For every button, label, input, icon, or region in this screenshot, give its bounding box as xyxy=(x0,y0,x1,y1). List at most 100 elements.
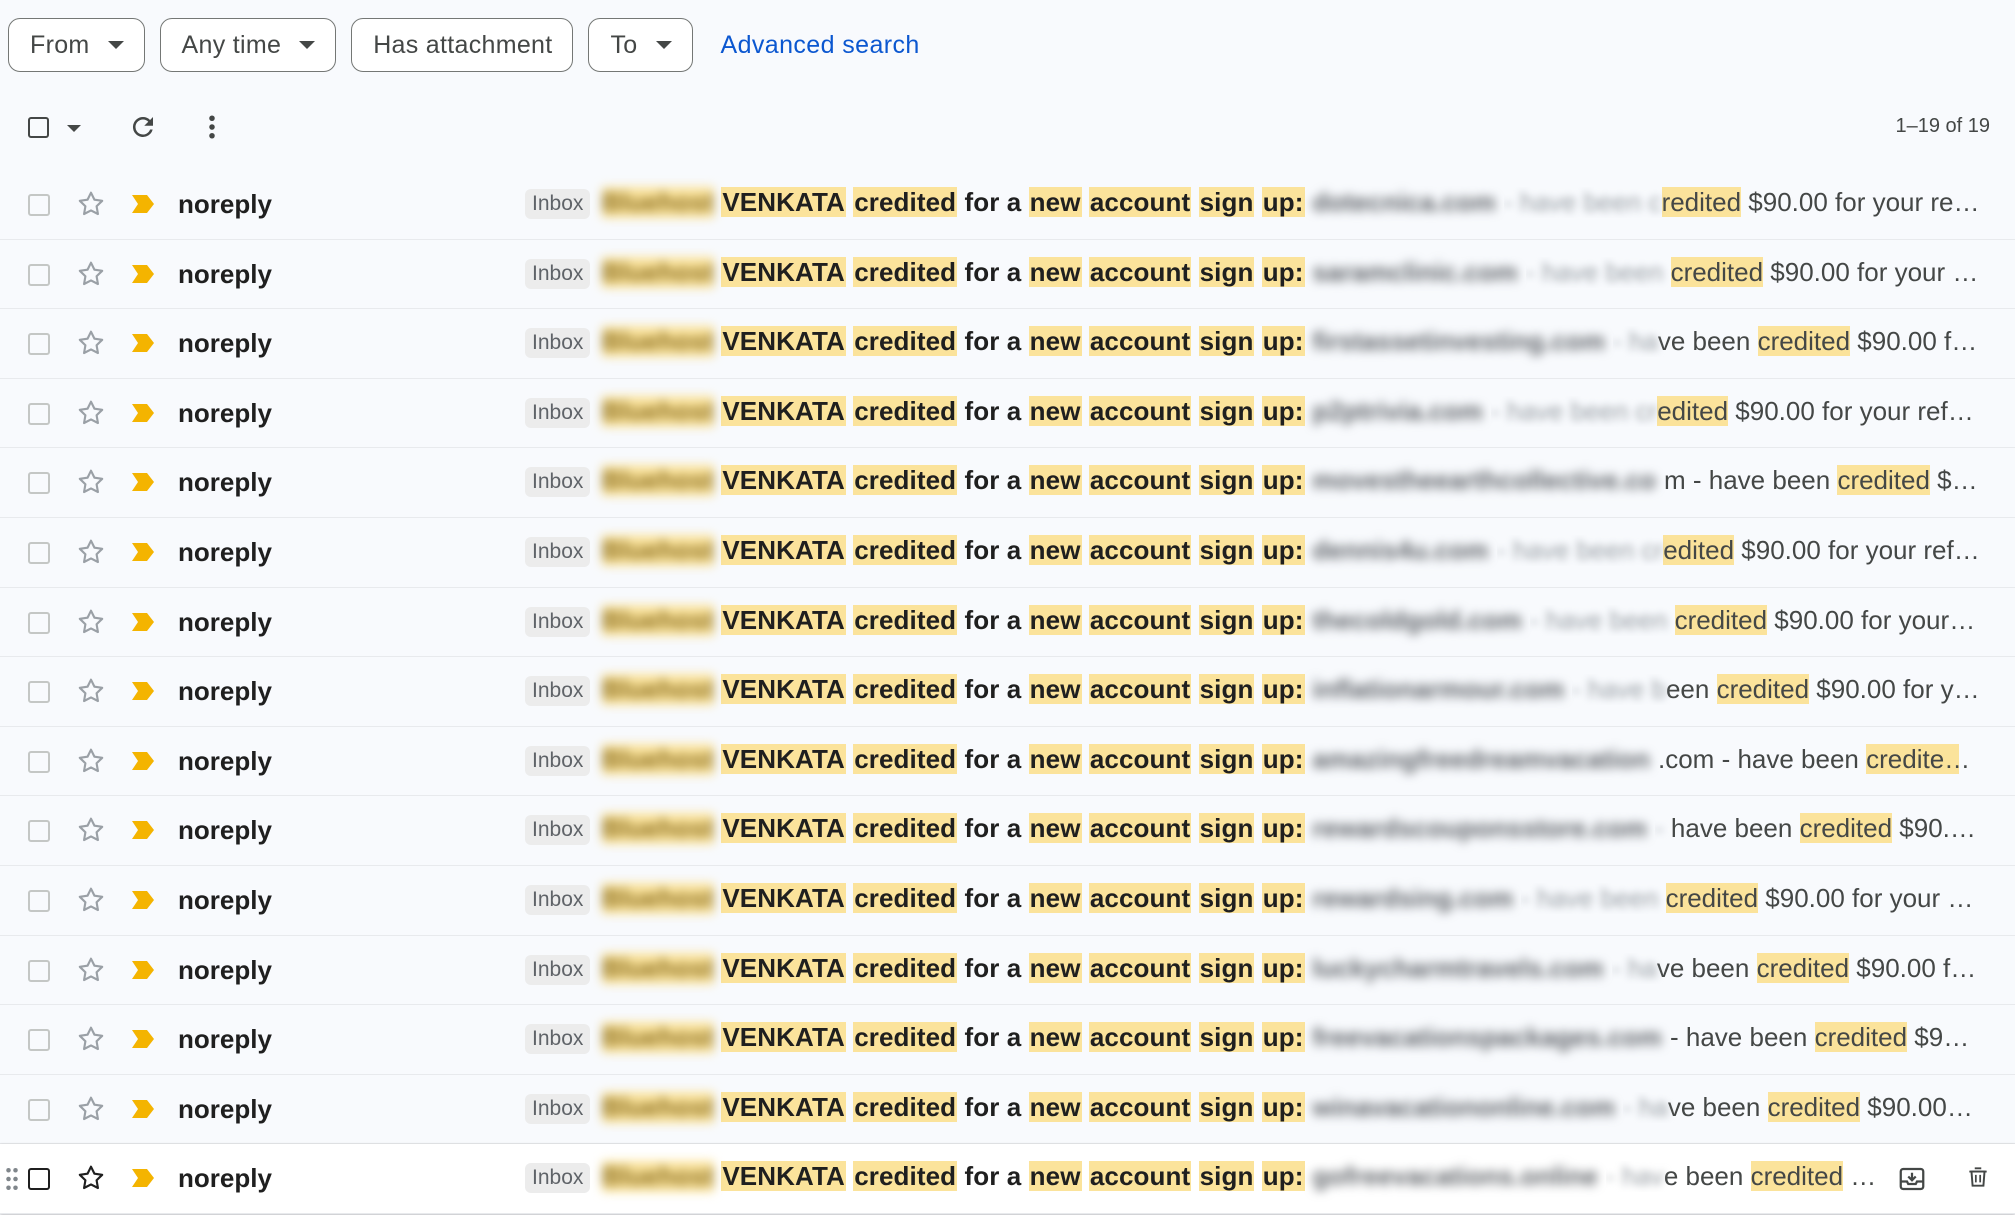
star-icon[interactable] xyxy=(75,397,107,429)
filter-chip-to[interactable]: To xyxy=(588,18,693,72)
advanced-search-link[interactable]: Advanced search xyxy=(721,31,920,60)
important-marker-icon[interactable] xyxy=(130,402,156,424)
message-row[interactable]: noreply Inbox Bluehost VENKATA credited fo… xyxy=(0,170,2015,240)
list-toolbar: 1–19 of 19 xyxy=(0,100,2015,156)
star-icon[interactable] xyxy=(75,884,107,916)
star-icon[interactable] xyxy=(75,327,107,359)
subject-word-blurred: Bluehost xyxy=(602,1091,715,1123)
delete-icon[interactable] xyxy=(1965,1162,1991,1192)
star-icon[interactable] xyxy=(75,1162,107,1194)
star-icon[interactable] xyxy=(75,1093,107,1125)
important-marker-icon[interactable] xyxy=(130,263,156,285)
star-icon[interactable] xyxy=(75,606,107,638)
message-row[interactable]: noreply Inbox Bluehost VENKATA credited fo… xyxy=(0,1005,2015,1075)
row-checkbox[interactable] xyxy=(28,820,50,843)
subject-word: account xyxy=(1088,256,1192,287)
drag-handle-icon[interactable] xyxy=(5,1166,19,1192)
snippet-blurred: - have been c xyxy=(1504,187,1662,217)
sender-name: noreply xyxy=(178,397,272,428)
snippet-blurred: - ha xyxy=(1623,1091,1668,1122)
subject-word: account xyxy=(1088,1161,1192,1192)
row-checkbox[interactable] xyxy=(28,681,50,704)
subject-word: up: xyxy=(1261,604,1305,635)
important-marker-icon[interactable] xyxy=(130,471,156,493)
row-checkbox[interactable] xyxy=(28,194,50,216)
message-snippet: - have been credited $90.00 for y... xyxy=(1655,813,1980,844)
row-checkbox[interactable] xyxy=(28,1168,50,1191)
important-marker-icon[interactable] xyxy=(130,193,156,215)
row-checkbox[interactable] xyxy=(28,750,50,773)
important-marker-icon[interactable] xyxy=(130,1098,156,1120)
important-marker-icon[interactable] xyxy=(130,1167,156,1189)
snippet-text: $90.00 for y... xyxy=(1899,813,1980,844)
star-icon[interactable] xyxy=(75,1023,107,1055)
row-checkbox[interactable] xyxy=(28,333,50,356)
message-row[interactable]: noreply Inbox Bluehost VENKATA credited fo… xyxy=(0,448,2015,518)
message-row[interactable]: noreply Inbox Bluehost VENKATA credited fo… xyxy=(0,865,2015,936)
message-row[interactable]: noreply Inbox Bluehost VENKATA credited fo… xyxy=(0,517,2015,588)
important-marker-icon[interactable] xyxy=(130,889,156,911)
message-row[interactable]: noreply Inbox Bluehost VENKATA credited fo… xyxy=(0,726,2015,797)
archive-icon[interactable] xyxy=(1897,1164,1927,1194)
inbox-label-badge: Inbox xyxy=(525,954,591,985)
star-icon[interactable] xyxy=(75,814,107,846)
message-row[interactable]: noreply Inbox Bluehost VENKATA credited fo… xyxy=(0,657,2015,727)
filter-chip-any-time[interactable]: Any time xyxy=(159,18,337,72)
row-checkbox[interactable] xyxy=(28,472,50,495)
subject-word: credited xyxy=(853,1161,958,1192)
message-row[interactable]: noreply Inbox Bluehost VENKATA credited fo… xyxy=(0,1144,2015,1214)
row-checkbox[interactable] xyxy=(28,959,50,982)
subject-word: for a xyxy=(964,674,1022,705)
select-dropdown-icon[interactable] xyxy=(67,125,81,132)
select-all-checkbox[interactable] xyxy=(28,117,49,138)
star-icon[interactable] xyxy=(75,536,107,568)
important-marker-icon[interactable] xyxy=(130,541,156,563)
filter-chip-from[interactable]: From xyxy=(8,18,145,72)
important-marker-icon[interactable] xyxy=(130,959,156,981)
row-checkbox[interactable] xyxy=(28,402,50,425)
star-icon[interactable] xyxy=(75,258,107,290)
important-marker-icon[interactable] xyxy=(130,680,156,702)
subject-word-blurred: Bluehost xyxy=(602,604,715,636)
refresh-icon[interactable] xyxy=(128,112,158,142)
subject-word: up: xyxy=(1261,1091,1305,1122)
snippet-text: ve been xyxy=(1657,326,1758,357)
star-icon[interactable] xyxy=(75,954,107,986)
message-row[interactable]: noreply Inbox Bluehost VENKATA credited fo… xyxy=(0,796,2015,866)
sender-name: noreply xyxy=(178,745,272,776)
star-icon[interactable] xyxy=(75,745,107,777)
subject-word: credited xyxy=(853,604,958,635)
important-marker-icon[interactable] xyxy=(130,611,156,633)
star-icon[interactable] xyxy=(75,675,107,707)
important-marker-icon[interactable] xyxy=(130,819,156,841)
row-checkbox[interactable] xyxy=(28,541,50,564)
row-checkbox[interactable] xyxy=(28,1098,50,1121)
star-icon[interactable] xyxy=(75,466,107,498)
message-row[interactable]: noreply Inbox Bluehost VENKATA credited fo… xyxy=(0,587,2015,658)
snippet-highlight: credited xyxy=(1665,882,1759,913)
subject-word: for a xyxy=(964,465,1022,496)
message-row[interactable]: noreply Inbox Bluehost VENKATA credited fo… xyxy=(0,309,2015,379)
filter-chip-has-attachment[interactable]: Has attachment xyxy=(351,18,574,72)
message-row[interactable]: noreply Inbox Bluehost VENKATA credited fo… xyxy=(0,935,2015,1006)
inbox-label-badge: Inbox xyxy=(525,815,591,846)
message-row[interactable]: noreply Inbox Bluehost VENKATA credited fo… xyxy=(0,1074,2015,1145)
snippet-text: een xyxy=(1665,674,1717,705)
message-row[interactable]: noreply Inbox Bluehost VENKATA credited fo… xyxy=(0,378,2015,449)
subject-word: for a xyxy=(964,256,1022,287)
filter-chip-label: To xyxy=(610,30,638,59)
message-subject: Bluehost VENKATA credited for a new acco… xyxy=(602,534,1489,566)
row-checkbox[interactable] xyxy=(28,611,50,634)
message-subject: Bluehost VENKATA credited for a new acco… xyxy=(602,882,1513,914)
row-checkbox[interactable] xyxy=(28,1029,50,1052)
subject-domain-blurred: rewardscouponsstore.com xyxy=(1312,813,1648,844)
important-marker-icon[interactable] xyxy=(130,1028,156,1050)
star-icon[interactable] xyxy=(75,188,107,220)
message-row[interactable]: noreply Inbox Bluehost VENKATA credited fo… xyxy=(0,239,2015,310)
important-marker-icon[interactable] xyxy=(130,750,156,772)
important-marker-icon[interactable] xyxy=(130,332,156,354)
subject-word: account xyxy=(1088,1022,1192,1053)
row-checkbox[interactable] xyxy=(28,889,50,912)
row-checkbox[interactable] xyxy=(28,263,50,286)
more-vert-icon[interactable] xyxy=(202,112,222,142)
